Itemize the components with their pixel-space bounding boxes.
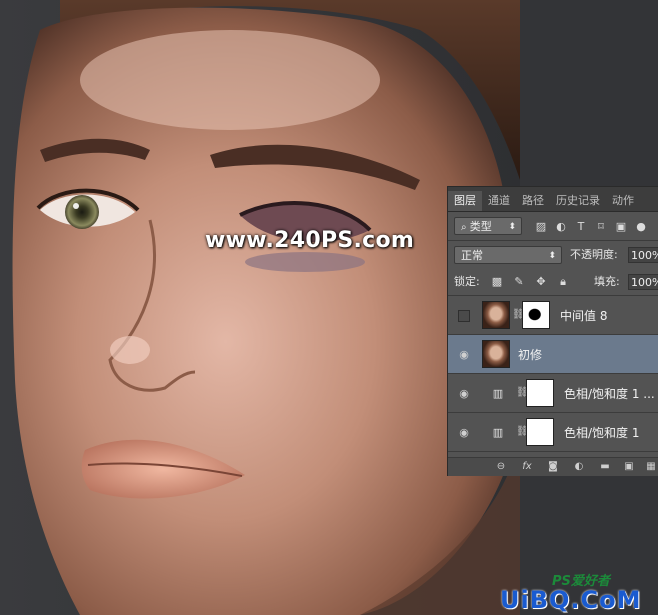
lock-paint-icon[interactable]: ✎	[512, 275, 526, 289]
layer-row-selected[interactable]: ◉ 初修	[448, 335, 658, 374]
tab-history[interactable]: 历史记录	[550, 191, 606, 211]
filter-type-icon[interactable]: T	[574, 220, 588, 234]
layers-panel: 图层 通道 路径 历史记录 动作 ⌕ 类型 ⬍ ▨ ◐ T ⌑ ▣ ● 正常 ⬍…	[447, 186, 658, 476]
tab-layers[interactable]: 图层	[448, 191, 482, 211]
tab-channels[interactable]: 通道	[482, 191, 516, 211]
layer-mask-thumbnail[interactable]	[522, 301, 550, 329]
layer-mask-thumbnail[interactable]	[526, 379, 554, 407]
lock-row: 锁定: ▩ ✎ ✥ 🔒︎ 填充: 100%	[448, 271, 658, 293]
filter-kind-dropdown[interactable]: ⌕ 类型 ⬍	[454, 217, 522, 235]
blend-mode-dropdown[interactable]: 正常 ⬍	[454, 246, 562, 264]
layer-name[interactable]: 中间值 8	[560, 307, 607, 324]
chain-link-icon[interactable]: ⛓	[516, 386, 529, 400]
tab-paths[interactable]: 路径	[516, 191, 550, 211]
divider	[448, 240, 658, 241]
new-layer-icon[interactable]: ▣	[622, 460, 636, 474]
link-icon[interactable]: ⊖	[494, 460, 508, 474]
eye-icon[interactable]: ◉	[457, 426, 471, 440]
fill-input[interactable]: 100%	[628, 274, 658, 290]
hue-saturation-adjustment-icon: ▥	[492, 387, 504, 400]
layer-row[interactable]: ◉ ▥ ⛓ 色相/饱和度 1	[448, 413, 658, 452]
group-folder-icon[interactable]: ▬	[598, 460, 612, 474]
layer-row[interactable]: ⛓ 中间值 8	[448, 296, 658, 335]
fill-label: 填充:	[594, 275, 620, 288]
visibility-toggle-off[interactable]	[458, 310, 470, 322]
lock-transparent-icon[interactable]: ▩	[490, 275, 504, 289]
adjustment-icon[interactable]: ◐	[572, 460, 586, 474]
chevron-updown-icon: ⬍	[508, 222, 516, 232]
layer-thumbnail	[482, 301, 510, 329]
chevron-updown-icon: ⬍	[548, 251, 556, 261]
chain-link-icon[interactable]: ⛓	[516, 425, 529, 439]
filter-adjustment-icon[interactable]: ◐	[554, 220, 568, 234]
filter-pixel-icon[interactable]: ▨	[534, 220, 548, 234]
watermark-text: www.240PS.com	[205, 228, 415, 253]
filter-toggle-icon[interactable]: ●	[634, 220, 648, 234]
blend-row: 正常 ⬍ 不透明度: 100%	[448, 243, 658, 267]
eye-icon[interactable]: ◉	[457, 348, 471, 362]
blend-mode-value: 正常	[461, 249, 483, 262]
filter-shape-icon[interactable]: ⌑	[594, 220, 608, 234]
add-mask-icon[interactable]: ◙	[546, 460, 560, 474]
lock-all-icon[interactable]: 🔒︎	[556, 275, 570, 289]
opacity-label: 不透明度:	[570, 248, 618, 261]
filter-kind-value: 类型	[469, 220, 492, 233]
hue-saturation-adjustment-icon: ▥	[492, 426, 504, 439]
lock-label: 锁定:	[454, 275, 480, 288]
chain-link-icon[interactable]: ⛓	[512, 308, 525, 322]
fx-icon[interactable]: fx	[520, 460, 534, 474]
layer-mask-thumbnail[interactable]	[526, 418, 554, 446]
tab-actions[interactable]: 动作	[606, 191, 640, 211]
panel-tabs: 图层 通道 路径 历史记录 动作	[448, 187, 658, 212]
layer-name[interactable]: 初修	[518, 346, 542, 363]
panel-footer: ⊖ fx ◙ ◐ ▬ ▣ ▦	[448, 457, 658, 476]
brand-logo: UiBQ.CoM	[500, 586, 642, 614]
layer-row[interactable]: ◉ ▥ ⛓ 色相/饱和度 1 ...	[448, 374, 658, 413]
layer-thumbnail	[482, 340, 510, 368]
lock-move-icon[interactable]: ✥	[534, 275, 548, 289]
search-icon: ⌕	[461, 222, 470, 233]
layer-name[interactable]: 色相/饱和度 1	[564, 424, 640, 441]
filter-row: ⌕ 类型 ⬍ ▨ ◐ T ⌑ ▣ ●	[448, 215, 658, 239]
layer-name[interactable]: 色相/饱和度 1 ...	[564, 385, 655, 402]
opacity-input[interactable]: 100%	[628, 247, 658, 263]
filter-smartobject-icon[interactable]: ▣	[614, 220, 628, 234]
trash-icon[interactable]: ▦	[644, 460, 658, 474]
eye-icon[interactable]: ◉	[457, 387, 471, 401]
